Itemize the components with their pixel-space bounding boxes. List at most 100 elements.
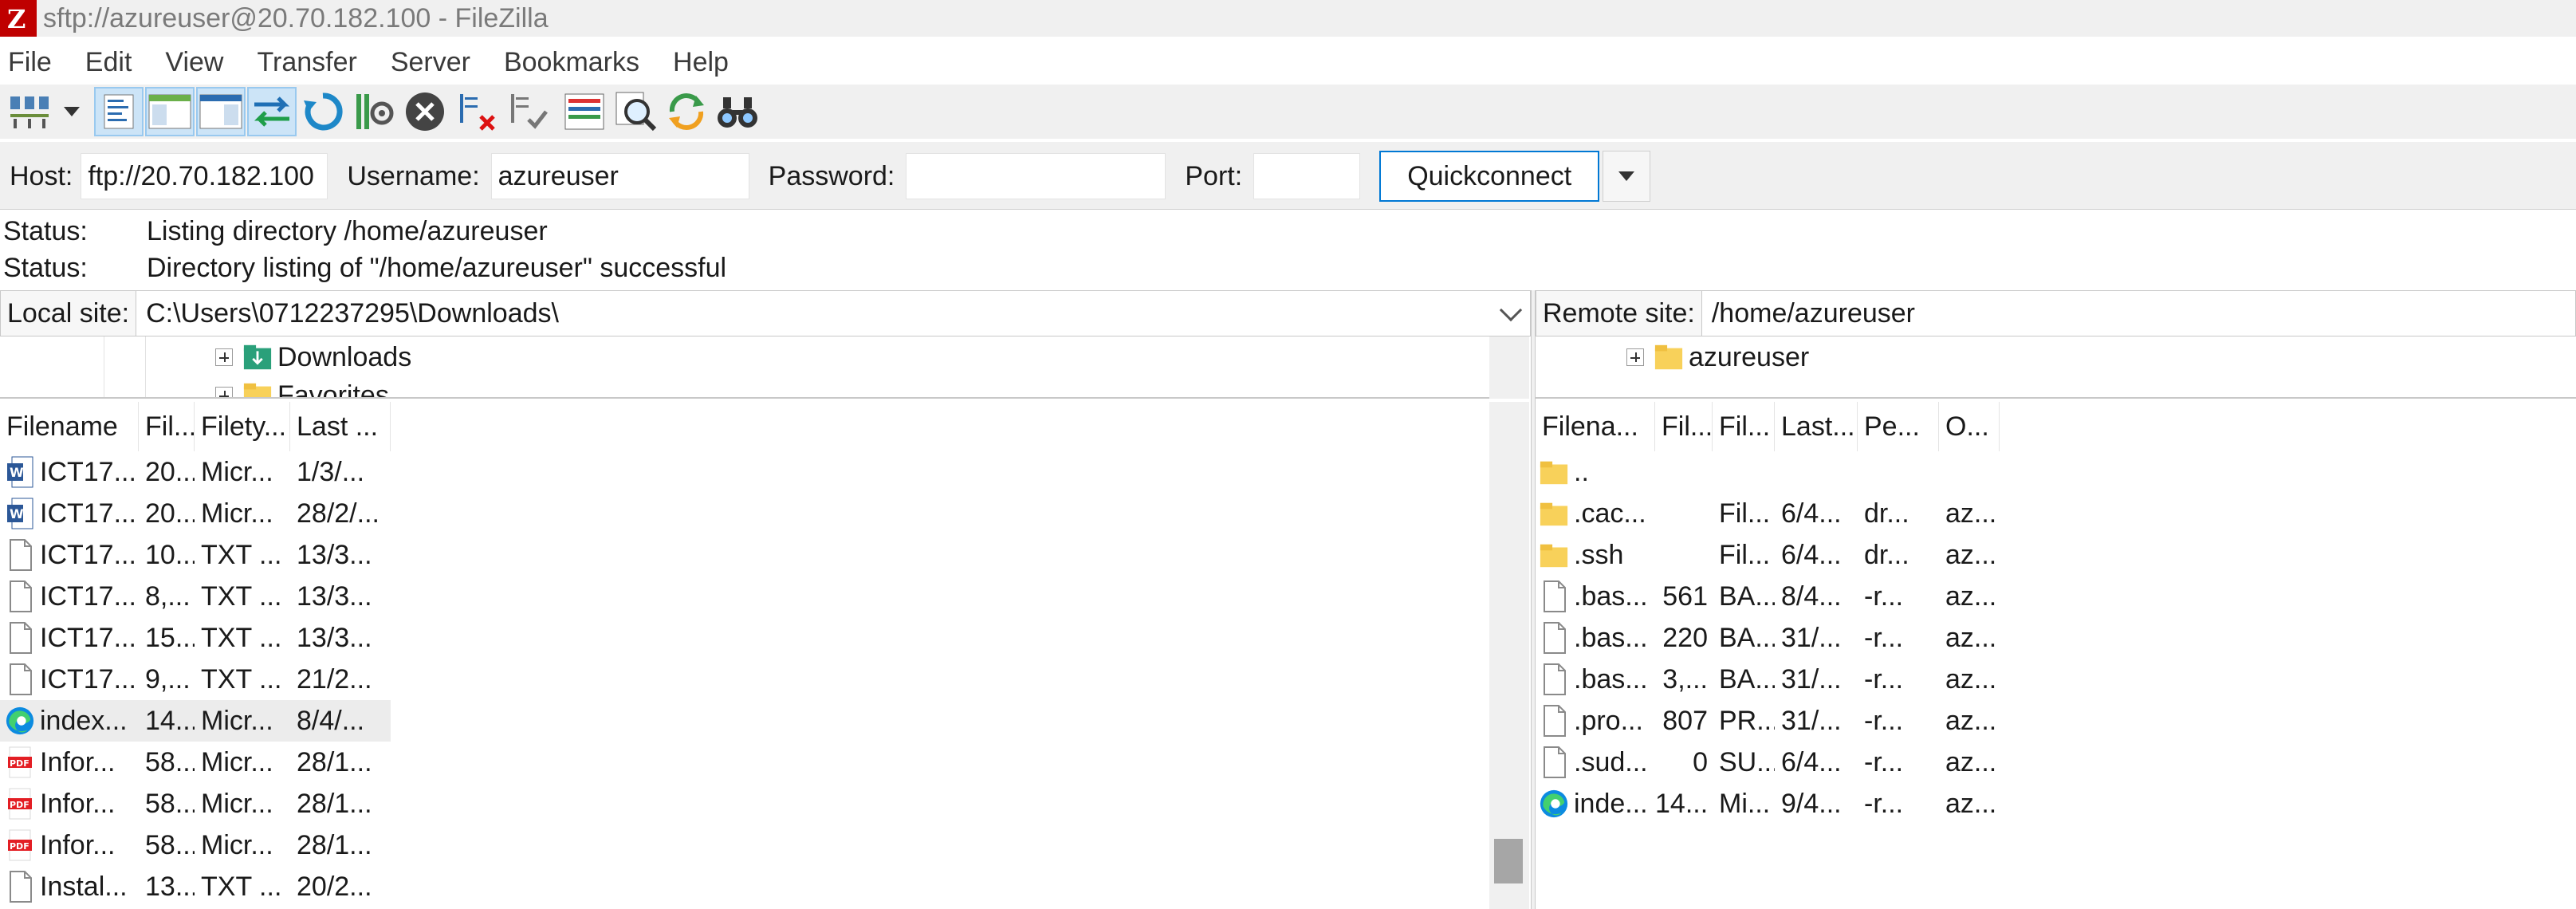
file-row[interactable]: PDF Infor... 58... Micr... 28/1... <box>0 742 391 783</box>
menu-edit[interactable]: Edit <box>85 47 132 78</box>
toggle-remote-tree-icon[interactable] <box>196 87 246 136</box>
file-modified: 28/1... <box>297 788 372 819</box>
file-row[interactable]: ICT17... 8,... TXT ... 13/3... <box>0 576 391 617</box>
password-input[interactable] <box>906 153 1166 199</box>
column-last-modified[interactable]: Last... <box>1775 402 1858 451</box>
file-row[interactable]: W ICT17... 20... Micr... 1/3/... <box>0 451 391 493</box>
file-modified: 6/4... <box>1781 498 1842 529</box>
tree-item-downloads[interactable]: Downloads <box>215 340 411 375</box>
file-name: .pro... <box>1574 705 1643 736</box>
file-name-cell: ICT17... <box>0 621 139 655</box>
column-filename[interactable]: Filena... <box>1536 402 1655 451</box>
file-size: 220 <box>1662 622 1708 653</box>
file-name: .bas... <box>1574 663 1648 695</box>
file-permissions: dr... <box>1864 539 1909 570</box>
column-owner[interactable]: O... <box>1939 402 2000 451</box>
column-filesize[interactable]: Fil... <box>139 402 195 451</box>
file-name: Infor... <box>40 829 116 860</box>
file-row[interactable]: .bas... 561 BA... 8/4... -r... az... <box>1536 576 2000 617</box>
word-doc-icon: W <box>5 455 35 489</box>
toggle-local-tree-icon[interactable] <box>145 87 195 136</box>
file-type: TXT ... <box>201 622 282 653</box>
find-files-icon[interactable] <box>713 87 762 136</box>
remote-site-label: Remote site: <box>1536 291 1702 336</box>
file-row[interactable]: W ICT17... 20... Micr... 28/2/... <box>0 493 391 534</box>
expand-icon[interactable] <box>215 387 233 397</box>
expand-icon[interactable] <box>215 348 233 366</box>
file-name-cell: .sud... <box>1536 746 1655 779</box>
site-manager-icon[interactable] <box>5 87 54 136</box>
column-filesize[interactable]: Fil... <box>1655 402 1713 451</box>
column-filetype[interactable]: Fil... <box>1713 402 1775 451</box>
file-size: 9,... <box>145 663 191 695</box>
tree-item-azureuser[interactable]: azureuser <box>1626 340 1809 375</box>
folder-icon <box>242 379 273 397</box>
file-row[interactable]: PDF Infor... 58... Micr... 28/1... <box>0 824 391 866</box>
file-modified: 13/3... <box>297 580 372 612</box>
username-input[interactable]: azureuser <box>490 153 749 199</box>
file-modified: 6/4... <box>1781 746 1842 777</box>
menu-file[interactable]: File <box>8 47 52 78</box>
file-size: 13... <box>145 871 195 902</box>
process-queue-icon[interactable] <box>349 87 399 136</box>
file-permissions: -r... <box>1864 705 1904 736</box>
file-row[interactable]: index... 14... Micr... 8/4/... <box>0 700 391 742</box>
column-filename[interactable]: Filename <box>0 402 139 451</box>
file-row[interactable]: .sud... 0 SU... 6/4... -r... az... <box>1536 742 2000 783</box>
file-row[interactable]: ICT17... 9,... TXT ... 21/2... <box>0 659 391 700</box>
local-file-scrollbar[interactable] <box>1489 402 1529 909</box>
quickconnect-history-dropdown[interactable] <box>1603 151 1651 202</box>
search-remote-files-icon[interactable] <box>611 87 660 136</box>
svg-text:Z: Z <box>7 4 26 34</box>
quickconnect-button[interactable]: Quickconnect <box>1379 151 1600 202</box>
local-path-text: C:\Users\0712237295\Downloads\ <box>146 297 559 329</box>
local-path-input[interactable]: C:\Users\0712237295\Downloads\ <box>136 291 1530 336</box>
menu-view[interactable]: View <box>165 47 223 78</box>
file-modified: 1/3/... <box>297 456 365 487</box>
file-row[interactable]: .. <box>1536 451 2000 493</box>
chevron-down-icon[interactable] <box>1499 298 1523 322</box>
local-scroll-thumb[interactable] <box>1494 839 1523 883</box>
host-input[interactable]: ftp://20.70.182.100 <box>81 153 328 199</box>
tree-item-favorites[interactable]: Favorites <box>215 378 389 397</box>
file-size: 58... <box>145 829 195 860</box>
menu-bookmarks[interactable]: Bookmarks <box>504 47 639 78</box>
file-name-cell: .ssh <box>1536 538 1655 572</box>
toggle-transfer-queue-icon[interactable] <box>247 87 297 136</box>
file-row[interactable]: .bas... 220 BA... 31/... -r... az... <box>1536 617 2000 659</box>
menu-transfer[interactable]: Transfer <box>257 47 356 78</box>
directory-listing-filters-icon[interactable] <box>560 87 609 136</box>
file-row[interactable]: ICT17... 15... TXT ... 13/3... <box>0 617 391 659</box>
file-row[interactable]: ICT17... 10... TXT ... 13/3... <box>0 534 391 576</box>
file-row[interactable]: .ssh Fil... 6/4... dr... az... <box>1536 534 2000 576</box>
file-row[interactable]: inde... 14... Mi... 9/4... -r... az... <box>1536 783 2000 824</box>
menu-help[interactable]: Help <box>673 47 729 78</box>
expand-icon[interactable] <box>1626 348 1644 366</box>
file-row[interactable]: .bas... 3,... BA... 31/... -r... az... <box>1536 659 2000 700</box>
file-name-cell: .pro... <box>1536 704 1655 738</box>
cancel-icon[interactable] <box>400 87 450 136</box>
file-name-cell: index... <box>0 704 139 738</box>
column-filetype[interactable]: Filety... <box>195 402 290 451</box>
menu-server[interactable]: Server <box>391 47 470 78</box>
reconnect-icon[interactable] <box>502 87 552 136</box>
file-size: 561 <box>1662 580 1708 612</box>
refresh-icon[interactable] <box>298 87 348 136</box>
local-tree-scrollbar[interactable] <box>1489 336 1529 399</box>
file-row[interactable]: Instal... 13... TXT ... 20/2... <box>0 866 391 907</box>
port-input[interactable] <box>1253 153 1361 199</box>
remote-path-input[interactable]: /home/azureuser <box>1701 291 2575 336</box>
column-permissions[interactable]: Pe... <box>1858 402 1939 451</box>
file-row[interactable]: .cac... Fil... 6/4... dr... az... <box>1536 493 2000 534</box>
toggle-message-log-icon[interactable] <box>94 87 144 136</box>
file-row[interactable]: PDF Infor... 58... Micr... 28/1... <box>0 783 391 824</box>
file-name: inde... <box>1574 788 1648 819</box>
synchronized-browsing-icon[interactable] <box>662 87 711 136</box>
file-name: ICT17... <box>40 580 136 612</box>
log-entry: Status: Listing directory /home/azureuse… <box>0 213 2576 250</box>
disconnect-icon[interactable] <box>451 87 501 136</box>
site-manager-dropdown-icon[interactable] <box>64 107 80 116</box>
column-last-modified[interactable]: Last ... <box>290 402 391 451</box>
file-row[interactable]: .pro... 807 PR... 31/... -r... az... <box>1536 700 2000 742</box>
username-label: Username: <box>347 160 480 191</box>
